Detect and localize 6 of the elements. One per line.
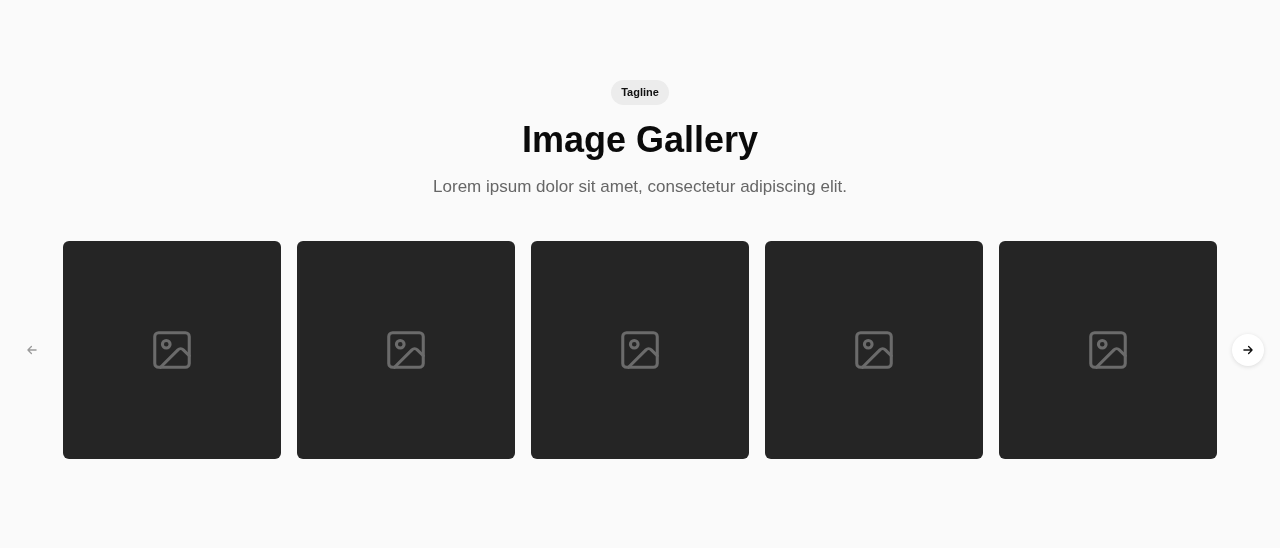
arrow-right-icon: [1241, 343, 1255, 357]
next-button[interactable]: [1232, 334, 1264, 366]
subtitle: Lorem ipsum dolor sit amet, consectetur adipiscing elit.: [433, 175, 847, 198]
tagline-badge: Tagline: [611, 80, 669, 105]
arrow-left-icon: [25, 343, 39, 357]
page-title: Image Gallery: [521, 117, 759, 162]
